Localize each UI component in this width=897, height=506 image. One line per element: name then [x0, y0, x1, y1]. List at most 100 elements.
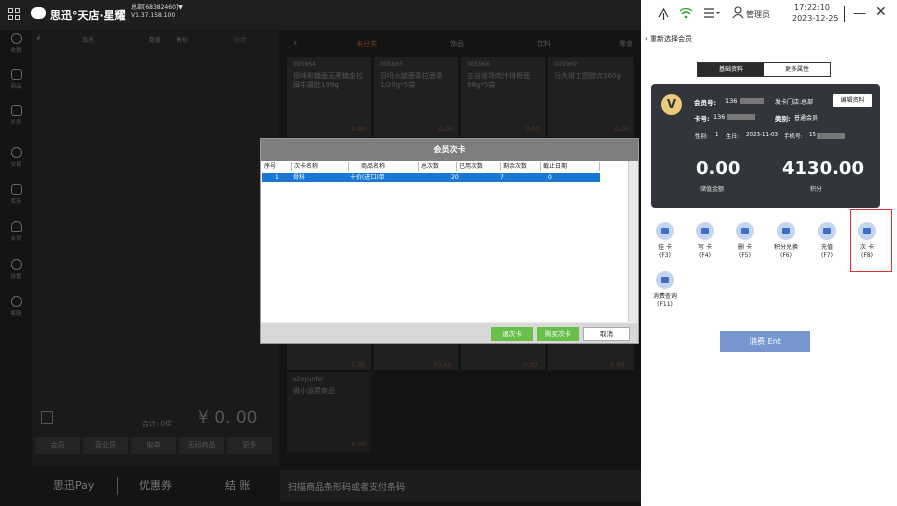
hang-card-button[interactable]: 挂 卡 (F3): [647, 222, 683, 260]
sidebar-item-support[interactable]: 客服: [0, 293, 32, 325]
edit-profile-button[interactable]: 编辑资料: [833, 94, 872, 107]
product-card[interactable]: 005969 马大姐丁图甜点360g 0.00: [548, 57, 634, 137]
more-button[interactable]: 更多: [227, 437, 272, 454]
table-row[interactable]: 1 骨科 十价(进口)单 20 7 0: [262, 173, 600, 182]
retrieve-order-button[interactable]: 取单: [131, 437, 176, 454]
action-key: (F6): [780, 252, 792, 259]
issuing-store: 发卡门店:总部: [775, 99, 814, 106]
row-total: 20: [451, 174, 459, 181]
product-icon: [10, 69, 22, 80]
masked-value: [817, 133, 845, 139]
tab-drinks[interactable]: 饮料: [537, 39, 551, 49]
tab-accessories[interactable]: 饰品: [450, 39, 464, 49]
balance-label: 储值金额: [700, 186, 725, 193]
phone-label: 手机号:: [784, 134, 803, 140]
product-price: 0.00: [351, 125, 366, 133]
row-remaining: 0: [548, 174, 552, 181]
cart-header-name: 品名: [82, 37, 95, 44]
cart-header-price: 售价: [176, 37, 189, 44]
table-header: 序号: [262, 162, 292, 171]
action-label: 充值: [820, 244, 833, 251]
times-card-table: 序号 次卡名称 商品名称 总次数 已用次数 剩余次数 截止日期 1 骨科 十价(…: [261, 161, 628, 322]
row-index: 1: [275, 174, 279, 181]
sidebar-item-register[interactable]: 收银: [0, 30, 32, 62]
table-header: 总次数: [419, 162, 457, 171]
return-card-button[interactable]: 退次卡: [491, 327, 533, 341]
table-scrollbar[interactable]: [628, 161, 638, 322]
tab-basic-info[interactable]: 基础资料: [698, 63, 764, 76]
action-label: 挂 卡: [658, 244, 672, 251]
sidebar-item-label: 设置: [10, 274, 22, 280]
tab-more-attributes[interactable]: 更多属性: [764, 63, 830, 76]
pay-button[interactable]: 思迅Pay: [53, 477, 94, 493]
product-card[interactable]: 005964 佰味彩糖面无蔗糖金拉姆牛腰肚199g 0.00: [287, 57, 371, 137]
wifi-icon[interactable]: [679, 7, 693, 19]
sidebar-item-label: 商品: [10, 84, 22, 90]
times-card-dialog: 会员次卡 序号 次卡名称 商品名称 总次数 已用次数 剩余次数 截止日期 1 骨…: [260, 138, 639, 344]
product-card[interactable]: o2oyunfei 微小运费商品 0.00: [287, 372, 371, 452]
dialog-footer: 退次卡 购买次卡 取消: [261, 323, 638, 343]
sidebar-item-label: 外卖: [10, 120, 22, 126]
member-category: 普通会员: [794, 115, 819, 122]
tab-snacks[interactable]: 零食: [619, 39, 633, 49]
category-back-button[interactable]: ‹: [293, 36, 297, 49]
user-icon[interactable]: [732, 6, 744, 19]
sidebar-item-member[interactable]: 会员: [0, 218, 32, 250]
product-code: o2oyunfei: [293, 376, 323, 383]
cart-total-label: 合计: 0件: [142, 420, 173, 428]
cart-header-qty: 数量: [149, 37, 162, 44]
trash-icon[interactable]: [41, 411, 53, 424]
user-name[interactable]: 管理员: [746, 9, 770, 20]
buy-card-button[interactable]: 购买次卡: [537, 327, 579, 341]
delete-card-icon: [736, 222, 754, 240]
close-button[interactable]: ✕: [875, 4, 887, 20]
coupon-button[interactable]: 优惠券: [139, 477, 172, 493]
product-card[interactable]: 005965 百吗火腿面条拉面条1/20g*5袋 0.00: [374, 57, 458, 137]
salesperson-button[interactable]: 营业员: [83, 437, 128, 454]
member-tabs: 基础资料 更多属性: [697, 62, 831, 77]
write-card-button[interactable]: 写 卡 (F4): [687, 222, 723, 260]
minimize-button[interactable]: —: [853, 6, 866, 21]
register-icon: [10, 33, 22, 44]
product-card[interactable]: 005966 五谷道场肉汁排骨面98g*5袋 0.00: [461, 57, 545, 137]
divider: [117, 477, 118, 495]
reselect-member-button[interactable]: ‹ 重新选择会员: [645, 34, 692, 44]
network-icon[interactable]: [657, 7, 670, 21]
product-name: 五谷道场肉汁排骨面98g*5袋: [467, 72, 530, 89]
product-price: 70.00: [433, 361, 452, 369]
consume-button[interactable]: 消费 Ent: [720, 331, 810, 352]
product-name: 马大姐丁图甜点360g: [554, 72, 621, 80]
apps-grid-icon[interactable]: [8, 8, 20, 20]
cart-panel: # 品名 数量 售价 小计 合计: 0件 ¥ 0. 00 会员 营业员 取单 无…: [32, 30, 279, 466]
tab-uncategorized[interactable]: 未分类: [356, 39, 377, 49]
table-header: 已用次数: [457, 162, 501, 171]
clock-time: 17:22:10: [794, 3, 830, 12]
no-barcode-button[interactable]: 无码商品: [179, 437, 224, 454]
sidebar-item-settings[interactable]: 设置: [0, 256, 32, 288]
sidebar-item-delivery[interactable]: 外卖: [0, 102, 32, 134]
points-exchange-button[interactable]: 积分兑换 (F6): [768, 222, 804, 260]
menu-icon[interactable]: [704, 8, 720, 18]
scan-input[interactable]: 扫描商品条形码或者支付条码: [280, 470, 641, 502]
cancel-button[interactable]: 取消: [583, 327, 630, 341]
checkout-button[interactable]: 结 账: [225, 477, 251, 493]
member-button[interactable]: 会员: [35, 437, 80, 454]
points-label: 积分: [810, 186, 823, 193]
recharge-button[interactable]: 充值 (F7): [809, 222, 845, 260]
shop-selector[interactable]: 总部[68382460]▼ V1.37.158.100: [131, 4, 183, 20]
consumption-query-button[interactable]: 消费查询 (F11): [647, 271, 683, 309]
delete-card-button[interactable]: 删 卡 (F5): [727, 222, 763, 260]
support-icon: [10, 296, 22, 307]
category-label: 类别:: [775, 115, 791, 123]
sidebar-item-transaction[interactable]: 交易: [0, 144, 32, 176]
product-price: 0.00: [614, 125, 629, 133]
table-header: 截止日期: [541, 162, 600, 171]
card-no-label: 卡号:: [694, 115, 710, 123]
gender-value: 1: [715, 132, 719, 138]
action-key: (F5): [739, 252, 751, 259]
sidebar-item-product[interactable]: 商品: [0, 66, 32, 98]
sidebar-item-warehouse[interactable]: 库存: [0, 181, 32, 213]
transaction-icon: [10, 147, 22, 158]
divider: [844, 6, 845, 22]
gift-icon: [777, 222, 795, 240]
